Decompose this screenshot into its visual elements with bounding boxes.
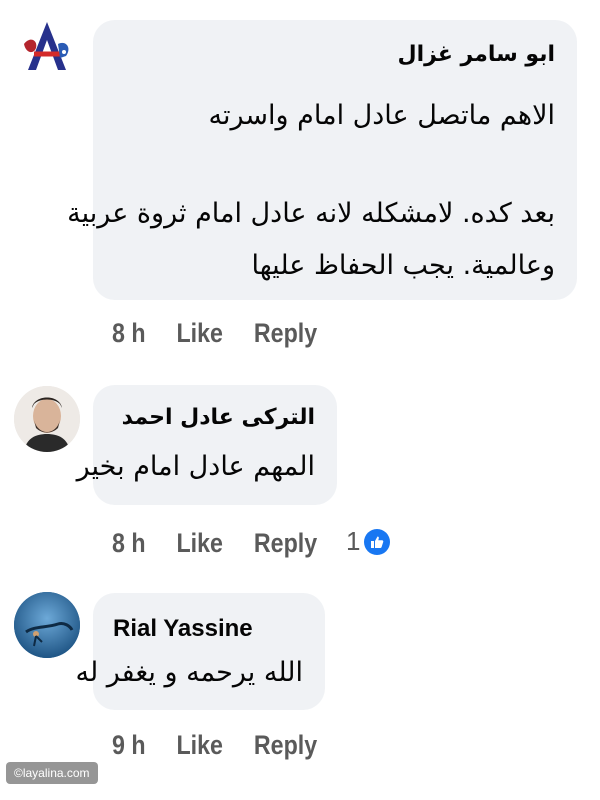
reaction-count: 1: [346, 526, 361, 556]
comment-actions: 9 h Like Reply: [112, 730, 331, 761]
reply-button[interactable]: Reply: [254, 528, 331, 559]
avatar[interactable]: [14, 592, 80, 658]
avatar-photo-image: [14, 386, 80, 452]
like-button[interactable]: Like: [177, 318, 254, 349]
avatar[interactable]: [14, 386, 80, 452]
comment-bubble: التركى عادل احمد المهم عادل امام بخير: [77, 385, 337, 505]
reaction-summary[interactable]: 1: [346, 526, 391, 557]
reply-button[interactable]: Reply: [254, 730, 331, 761]
comment-timestamp[interactable]: 8 h: [112, 528, 164, 559]
watermark: ©layalina.com: [6, 762, 98, 784]
comment-text-line: الله يرحمه و يغفر له: [75, 657, 304, 688]
like-button[interactable]: Like: [177, 730, 254, 761]
comment-bubble: ابو سامر غزال الاهم ماتصل عادل امام واسر…: [67, 20, 577, 300]
avatar[interactable]: [14, 14, 80, 80]
avatar-photo-image: [14, 592, 80, 658]
reply-button[interactable]: Reply: [254, 318, 331, 349]
avatar-logo-image: [14, 14, 80, 80]
like-icon: [364, 528, 391, 555]
comment-actions: 8 h Like Reply: [112, 528, 331, 559]
comment-text-line: المهم عادل امام بخير: [76, 451, 315, 482]
comment-text-line: الاهم ماتصل عادل امام واسرته: [208, 100, 555, 131]
comment-timestamp[interactable]: 8 h: [112, 318, 164, 349]
comment-text-line: وعالمية. يجب الحفاظ عليها: [251, 250, 556, 281]
comment-author[interactable]: ابو سامر غزال: [398, 42, 555, 67]
comment-bubble: Rial Yassine الله يرحمه و يغفر له: [76, 593, 325, 710]
thumbs-up-icon: [371, 536, 384, 548]
comment-timestamp[interactable]: 9 h: [112, 730, 164, 761]
comment-actions: 8 h Like Reply: [112, 318, 331, 349]
like-button[interactable]: Like: [177, 528, 254, 559]
comment-author[interactable]: Rial Yassine: [113, 615, 253, 643]
comment-text-line: بعد كده. لامشكله لانه عادل امام ثروة عرب…: [67, 198, 555, 229]
comment-author[interactable]: التركى عادل احمد: [122, 405, 315, 430]
